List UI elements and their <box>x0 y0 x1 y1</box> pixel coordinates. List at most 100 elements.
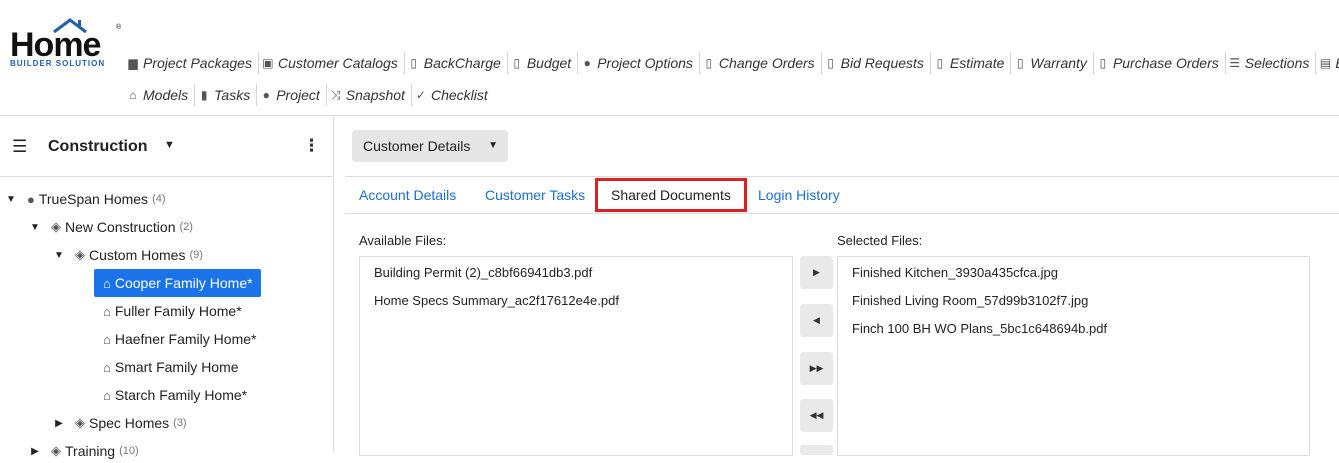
tab-account-details[interactable]: Account Details <box>359 177 456 213</box>
nav-label: Estimate <box>949 55 1005 71</box>
expand-icon[interactable]: ▶ <box>53 418 65 429</box>
tree-node-count: (2) <box>179 221 193 233</box>
document-icon: ▯ <box>705 56 713 70</box>
tree-node-starch-family-home[interactable]: ⌂ Starch Family Home* <box>103 383 247 407</box>
nav-project-packages[interactable]: ▆ Project Packages <box>124 52 259 74</box>
nav-label: Snapshot <box>345 87 405 103</box>
hamburger-menu-icon[interactable]: ☰ <box>12 137 27 157</box>
nav-bid-requests[interactable]: ▯ Bid Requests <box>822 52 931 74</box>
tree-node-fuller-family-home[interactable]: ⌂ Fuller Family Home* <box>103 299 242 323</box>
nav-label: Project Options <box>597 55 693 71</box>
sidebar-header: ☰ Construction ▼ ⋮ <box>0 117 333 177</box>
extra-button[interactable] <box>800 445 833 455</box>
tree-node-label: Training <box>65 443 116 459</box>
nav-tasks[interactable]: ▮ Tasks <box>195 84 258 106</box>
nav-purchase-orders[interactable]: ▯ Purchase Orders <box>1094 52 1226 74</box>
nav-bi[interactable]: ▤Bi <box>1316 52 1339 74</box>
nav-backcharge[interactable]: ▯ BackCharge <box>405 52 508 74</box>
home-icon: ⌂ <box>103 359 111 375</box>
tree-node-truespan-homes[interactable]: ▼ ● TrueSpan Homes (4) <box>5 187 166 211</box>
tab-customer-tasks[interactable]: Customer Tasks <box>485 177 585 213</box>
nav-label: Warranty <box>1030 55 1087 71</box>
list-item[interactable]: Finished Living Room_57d99b3102f7.jpg <box>852 293 1088 308</box>
home-builder-solution-logo[interactable]: Home ® BUILDER SOLUTION <box>8 18 121 70</box>
main-header: Customer Details ▼ <box>345 117 1339 177</box>
tree-node-label: Haefner Family Home* <box>114 331 257 347</box>
document-icon: ▯ <box>1099 56 1107 70</box>
nav-row-1: ▆ Project Packages ▣ Customer Catalogs ▯ Ba… <box>124 52 1339 74</box>
tree-node-custom-homes[interactable]: ▼ ◈ Custom Homes (9) <box>53 243 203 267</box>
collapse-icon[interactable]: ▼ <box>5 194 17 205</box>
more-options-icon[interactable]: ⋮ <box>303 136 320 156</box>
list-item[interactable]: Finch 100 BH WO Plans_5bc1c648694b.pdf <box>852 321 1107 336</box>
sidebar: ☰ Construction ▼ ⋮ ▼ ● TrueSpan Homes (4… <box>0 117 334 459</box>
nav-budget[interactable]: ▯ Budget <box>508 52 579 74</box>
nav-selections[interactable]: ☰ Selections <box>1226 52 1317 74</box>
selected-files-label: Selected Files: <box>837 233 923 248</box>
nav-label: BackCharge <box>423 55 501 71</box>
tree-node-haefner-family-home[interactable]: ⌂ Haefner Family Home* <box>103 327 256 351</box>
customer-details-dropdown[interactable]: Customer Details ▼ <box>352 130 508 162</box>
tree-node-new-construction[interactable]: ▼ ◈ New Construction (2) <box>29 215 193 239</box>
tree-node-label: Starch Family Home* <box>114 387 248 403</box>
home-icon: ⌂ <box>129 88 137 102</box>
top-navigation: Home ® BUILDER SOLUTION ▆ Project Package… <box>0 0 1339 116</box>
check-icon: ✓ <box>415 88 426 102</box>
nav-label: Purchase Orders <box>1112 55 1219 71</box>
user-icon: ● <box>583 56 591 70</box>
tab-login-history[interactable]: Login History <box>758 177 840 213</box>
user-icon: ● <box>27 191 35 207</box>
move-all-right-button[interactable]: ▶▶ <box>800 352 833 385</box>
move-right-button[interactable]: ▶ <box>800 256 833 289</box>
logo-word: Home <box>10 26 101 64</box>
nav-label: Customer Catalogs <box>277 55 398 71</box>
tree-node-label: Smart Family Home <box>114 359 239 375</box>
nav-project[interactable]: ● Project <box>257 84 327 106</box>
nav-customer-catalogs[interactable]: ▣ Customer Catalogs <box>259 52 405 74</box>
tree-node-training[interactable]: ▶ ◈ Training (10) <box>29 439 138 463</box>
nav-checklist[interactable]: ✓ Checklist <box>412 84 494 106</box>
document-icon: ▯ <box>410 56 418 70</box>
main-panel: Customer Details ▼ Account Details Custo… <box>345 117 1339 456</box>
expand-icon[interactable]: ▶ <box>29 446 41 457</box>
tree-node-smart-family-home[interactable]: ⌂ Smart Family Home <box>103 355 239 379</box>
nav-models[interactable]: ⌂ Models <box>124 84 196 106</box>
sidebar-title: Construction <box>48 138 148 155</box>
nav-label: Project Packages <box>143 55 252 71</box>
home-icon: ⌂ <box>103 387 111 403</box>
available-files-label: Available Files: <box>359 233 447 248</box>
tree-node-spec-homes[interactable]: ▶ ◈ Spec Homes (3) <box>53 411 187 435</box>
nav-warranty[interactable]: ▯ Warranty <box>1011 52 1094 74</box>
tree-node-count: (3) <box>173 417 187 429</box>
tree-node-label: Spec Homes <box>89 415 170 431</box>
available-files-list[interactable]: Building Permit (2)_c8bf66941db3.pdf Hom… <box>359 256 793 456</box>
move-left-button[interactable]: ◀ <box>800 304 833 337</box>
nav-label: Bid Requests <box>840 55 924 71</box>
tab-shared-documents[interactable]: Shared Documents <box>595 178 747 212</box>
nav-estimate[interactable]: ▯ Estimate <box>931 52 1012 74</box>
collapse-icon[interactable]: ▼ <box>53 250 65 261</box>
nav-label: Change Orders <box>718 55 815 71</box>
document-icon: ▯ <box>513 56 521 70</box>
home-icon: ⌂ <box>103 275 111 291</box>
list-item[interactable]: Building Permit (2)_c8bf66941db3.pdf <box>374 265 592 280</box>
sidebar-title-dropdown-icon[interactable]: ▼ <box>164 139 175 151</box>
nav-label: Checklist <box>430 87 488 103</box>
selected-files-list[interactable]: Finished Kitchen_3930a435cfca.jpg Finish… <box>837 256 1310 456</box>
nav-label: Bi <box>1335 55 1339 71</box>
tree-node-label: Custom Homes <box>89 247 186 263</box>
document-icon: ▯ <box>1017 56 1024 70</box>
nav-project-options[interactable]: ● Project Options <box>578 52 700 74</box>
tree-node-count: (4) <box>152 193 166 205</box>
tree-node-label: Cooper Family Home* <box>114 275 253 291</box>
list-item[interactable]: Finished Kitchen_3930a435cfca.jpg <box>852 265 1058 280</box>
tree-node-cooper-family-home[interactable]: ⌂ Cooper Family Home* <box>94 269 261 297</box>
move-all-left-button[interactable]: ◀◀ <box>800 399 833 432</box>
tree-node-label: New Construction <box>65 219 176 235</box>
list-item[interactable]: Home Specs Summary_ac2f17612e4e.pdf <box>374 293 619 308</box>
package-icon: ▆ <box>128 56 138 70</box>
collapse-icon[interactable]: ▼ <box>29 222 41 233</box>
nav-label: Budget <box>526 55 572 71</box>
nav-snapshot[interactable]: ⤨ Snapshot <box>327 84 412 106</box>
nav-change-orders[interactable]: ▯ Change Orders <box>700 52 822 74</box>
